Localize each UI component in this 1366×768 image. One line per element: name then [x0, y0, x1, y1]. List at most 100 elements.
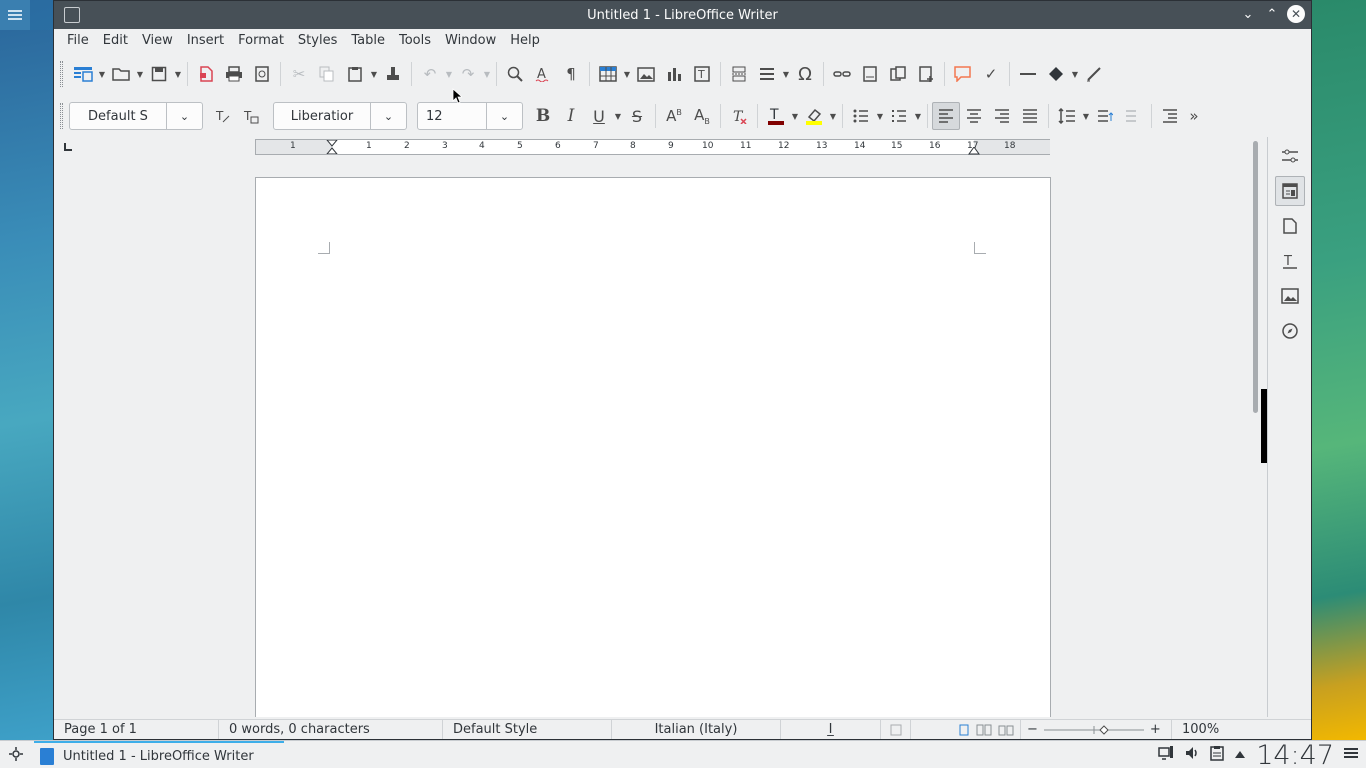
sidebar-settings-button[interactable]: [1275, 141, 1305, 171]
basic-shapes-dropdown[interactable]: ▼: [1070, 60, 1080, 88]
paragraph-style-value[interactable]: Default S: [70, 109, 166, 124]
zoom-out-button[interactable]: −: [1027, 722, 1038, 737]
spelling-button[interactable]: A: [529, 60, 557, 88]
open-dropdown[interactable]: ▼: [135, 60, 145, 88]
find-replace-button[interactable]: [501, 60, 529, 88]
insert-table-dropdown[interactable]: ▼: [622, 60, 632, 88]
insert-chart-button[interactable]: [660, 60, 688, 88]
bookmark-button[interactable]: [912, 60, 940, 88]
insert-textbox-button[interactable]: T: [688, 60, 716, 88]
numbered-list-dropdown[interactable]: ▼: [913, 102, 923, 130]
clone-formatting-button[interactable]: [379, 60, 407, 88]
special-character-button[interactable]: Ω: [791, 60, 819, 88]
decrease-paragraph-spacing-button[interactable]: [1119, 102, 1147, 130]
font-name-value[interactable]: Liberatior: [274, 109, 370, 124]
right-indent-marker-icon[interactable]: [968, 147, 980, 155]
menu-help[interactable]: Help: [503, 29, 547, 53]
font-color-button[interactable]: T: [762, 102, 790, 130]
word-count[interactable]: 0 words, 0 characters: [219, 720, 443, 739]
underline-dropdown[interactable]: ▼: [613, 102, 623, 130]
scrollbar-thumb[interactable]: [1253, 141, 1258, 413]
line-spacing-button[interactable]: [1053, 102, 1081, 130]
bullet-list-button[interactable]: [847, 102, 875, 130]
sidebar-properties-button[interactable]: [1274, 176, 1305, 206]
menu-file[interactable]: File: [60, 29, 96, 53]
new-style-button[interactable]: T: [237, 102, 265, 130]
zoom-in-button[interactable]: +: [1150, 722, 1161, 737]
redo-button[interactable]: ↷: [454, 60, 482, 88]
insert-field-dropdown[interactable]: ▼: [781, 60, 791, 88]
book-view-icon[interactable]: [998, 724, 1014, 736]
close-button[interactable]: ✕: [1287, 5, 1305, 23]
highlight-color-dropdown[interactable]: ▼: [828, 102, 838, 130]
indent-marker-icon[interactable]: [326, 140, 338, 154]
font-color-dropdown[interactable]: ▼: [790, 102, 800, 130]
clear-formatting-button[interactable]: T: [725, 102, 753, 130]
superscript-button[interactable]: AB: [660, 102, 688, 130]
track-changes-button[interactable]: ✓: [977, 60, 1005, 88]
panel-menu-icon[interactable]: [1344, 747, 1358, 763]
insert-image-button[interactable]: [632, 60, 660, 88]
maximize-button[interactable]: ⌃: [1263, 5, 1281, 23]
menu-tools[interactable]: Tools: [392, 29, 438, 53]
chevron-down-icon[interactable]: ⌄: [486, 103, 522, 129]
cut-button[interactable]: ✂: [285, 60, 313, 88]
print-button[interactable]: [220, 60, 248, 88]
paste-dropdown[interactable]: ▼: [369, 60, 379, 88]
document-page[interactable]: [255, 177, 1051, 717]
network-icon[interactable]: [1158, 745, 1174, 765]
language[interactable]: Italian (Italy): [612, 720, 781, 739]
vertical-scrollbar[interactable]: [1251, 137, 1261, 717]
menu-table[interactable]: Table: [344, 29, 392, 53]
chevron-down-icon[interactable]: ⌄: [370, 103, 406, 129]
menu-styles[interactable]: Styles: [291, 29, 344, 53]
zoom-level[interactable]: 100%: [1171, 720, 1226, 739]
redo-dropdown[interactable]: ▼: [482, 60, 492, 88]
desktop-menu-button[interactable]: [0, 0, 30, 30]
save-button[interactable]: [145, 60, 173, 88]
justify-button[interactable]: [1016, 102, 1044, 130]
open-button[interactable]: [107, 60, 135, 88]
new-document-button[interactable]: [69, 60, 97, 88]
update-style-button[interactable]: T: [209, 102, 237, 130]
footnote-button[interactable]: [856, 60, 884, 88]
insert-mode[interactable]: I̲: [781, 720, 881, 739]
menu-insert[interactable]: Insert: [180, 29, 231, 53]
sidebar-styles-button[interactable]: T: [1275, 246, 1305, 276]
menu-edit[interactable]: Edit: [96, 29, 135, 53]
insert-field-button[interactable]: [753, 60, 781, 88]
volume-icon[interactable]: [1184, 745, 1200, 765]
clipboard-tray-icon[interactable]: [1210, 745, 1224, 765]
bullet-list-dropdown[interactable]: ▼: [875, 102, 885, 130]
increase-indent-button[interactable]: [1156, 102, 1184, 130]
minimize-button[interactable]: ⌄: [1239, 5, 1257, 23]
draw-function-button[interactable]: [1080, 60, 1108, 88]
comment-button[interactable]: [949, 60, 977, 88]
align-left-button[interactable]: [932, 102, 960, 130]
title-bar[interactable]: Untitled 1 - LibreOffice Writer ⌄ ⌃ ✕: [54, 1, 1311, 29]
print-preview-button[interactable]: [248, 60, 276, 88]
menu-window[interactable]: Window: [438, 29, 503, 53]
zoom-slider[interactable]: − +: [1021, 720, 1171, 739]
underline-button[interactable]: U: [585, 102, 613, 130]
line-spacing-dropdown[interactable]: ▼: [1081, 102, 1091, 130]
font-name-combo[interactable]: Liberatior ⌄: [273, 102, 407, 130]
subscript-button[interactable]: AB: [688, 102, 716, 130]
save-dropdown[interactable]: ▼: [173, 60, 183, 88]
paragraph-style-combo[interactable]: Default S ⌄: [69, 102, 203, 130]
single-page-view-icon[interactable]: [958, 724, 970, 736]
bold-button[interactable]: B: [529, 102, 557, 130]
export-pdf-button[interactable]: [192, 60, 220, 88]
italic-button[interactable]: I: [557, 102, 585, 130]
sidebar-page-button[interactable]: [1275, 211, 1305, 241]
clock[interactable]: 14:47: [1256, 740, 1334, 768]
insert-table-button[interactable]: [594, 60, 622, 88]
taskbar-task-writer[interactable]: Untitled 1 - LibreOffice Writer: [34, 741, 284, 768]
align-right-button[interactable]: [988, 102, 1016, 130]
tray-expand-icon[interactable]: [1234, 748, 1246, 763]
increase-paragraph-spacing-button[interactable]: [1091, 102, 1119, 130]
hyperlink-button[interactable]: [828, 60, 856, 88]
numbered-list-button[interactable]: [885, 102, 913, 130]
sidebar-navigator-button[interactable]: [1275, 316, 1305, 346]
undo-button[interactable]: ↶: [416, 60, 444, 88]
